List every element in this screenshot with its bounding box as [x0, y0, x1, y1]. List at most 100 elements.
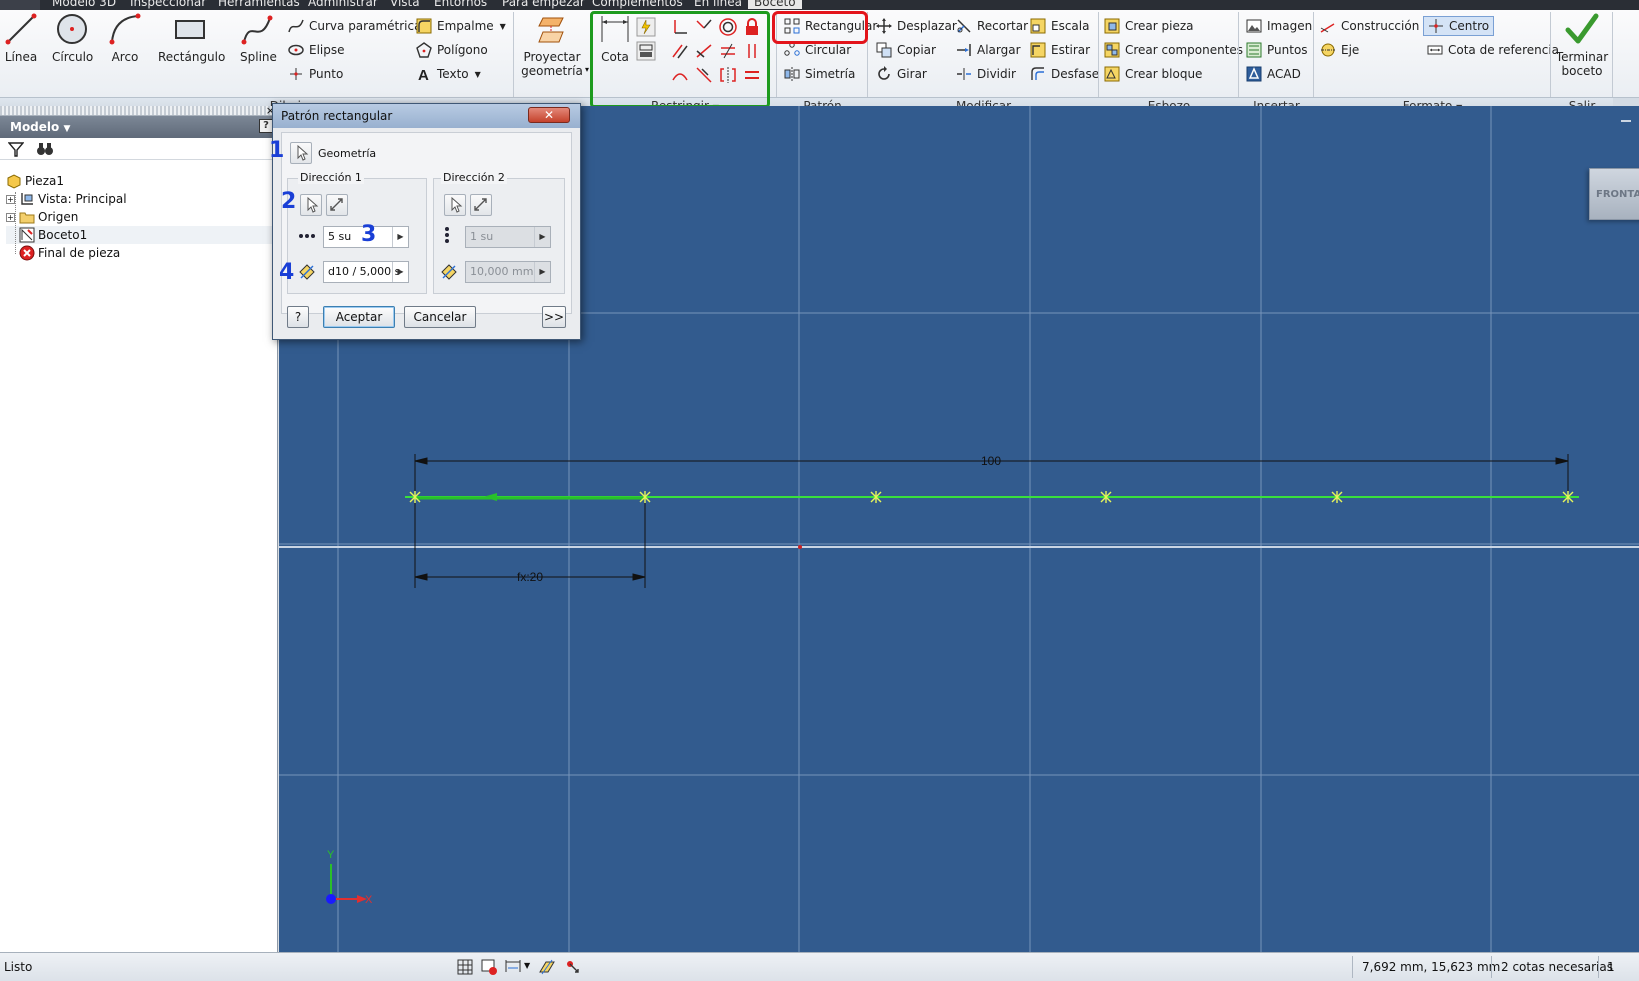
browser-header[interactable]: Modelo ▼ ? [0, 116, 277, 138]
tab-administrar[interactable]: Administrar [308, 0, 378, 9]
browser-grip[interactable] [0, 106, 277, 116]
terminar-boceto-button[interactable]: Terminar boceto [1554, 12, 1610, 78]
crear-pieza-button[interactable]: Crear pieza [1104, 16, 1194, 36]
grid-snap-icon[interactable] [456, 958, 474, 976]
aceptar-button[interactable]: Aceptar [323, 306, 395, 328]
texto-button[interactable]: A Texto ▼ [416, 64, 481, 84]
create-part-icon [1104, 18, 1120, 34]
tab-en-linea[interactable]: En línea [694, 0, 742, 9]
puntos-button[interactable]: Puntos [1246, 40, 1308, 60]
empalme-button[interactable]: Empalme ▼ [416, 16, 506, 36]
stretch-icon [1030, 42, 1046, 58]
tab-complementos[interactable]: Complementos [592, 0, 683, 9]
proyectar-geometria-button[interactable]: Proyectar geometría [518, 12, 586, 78]
dibujar-overflow-icon[interactable]: ▾ [585, 65, 589, 74]
parametric-curve-icon [288, 19, 304, 33]
end-of-part-icon [19, 245, 35, 261]
tab-entornos[interactable]: Entornos [434, 0, 487, 9]
construccion-button[interactable]: Construcción [1320, 16, 1419, 36]
copiar-button[interactable]: Copiar [876, 40, 936, 60]
step-number-4: 4 [279, 260, 295, 285]
direction2-flip-button[interactable] [470, 194, 492, 216]
browser-dropdown-icon[interactable]: ▼ [63, 124, 70, 134]
dimension-100-label[interactable]: 100 [981, 454, 1001, 468]
tab-herramientas[interactable]: Herramientas [218, 0, 300, 9]
show-dimensions-icon[interactable] [504, 958, 522, 976]
tree-item-vista[interactable]: + Vista: Principal [6, 190, 127, 208]
desplazar-label: Desplazar [897, 19, 957, 33]
binoculars-icon[interactable] [36, 141, 54, 157]
elipse-button[interactable]: Elipse [288, 40, 345, 60]
circulo-button[interactable]: Círculo [52, 12, 93, 64]
linea-button[interactable]: Línea [4, 12, 38, 64]
tab-modelo-3d[interactable]: Modelo 3D [52, 0, 116, 9]
simetria-button[interactable]: Simetría [784, 64, 855, 84]
expand-icon[interactable]: + [6, 194, 15, 204]
browser-title: Modelo [10, 120, 60, 134]
app-logo[interactable] [0, 0, 40, 10]
texto-dropdown-icon[interactable]: ▼ [475, 70, 481, 79]
poligono-button[interactable]: Polígono [416, 40, 488, 60]
cota-referencia-button[interactable]: Cota de referencia [1427, 40, 1559, 60]
texto-label: Texto [437, 67, 469, 81]
centro-toggle[interactable]: Centro [1423, 16, 1495, 36]
viewcube-face-label: FRONTAL [1596, 189, 1639, 200]
tree-item-final-de-pieza[interactable]: Final de pieza [6, 244, 272, 262]
dimension-fx20-label[interactable]: fx:20 [517, 570, 543, 584]
more-options-button[interactable]: >> [542, 306, 566, 328]
folder-icon [19, 212, 35, 224]
imagen-button[interactable]: Imagen [1246, 16, 1312, 36]
tab-boceto[interactable]: Boceto [748, 0, 802, 9]
geometry-select-button[interactable] [290, 142, 312, 164]
slice-graphics-icon[interactable] [538, 958, 556, 976]
desplazar-button[interactable]: Desplazar [876, 16, 957, 36]
imagen-label: Imagen [1267, 19, 1313, 33]
degrees-of-freedom-icon[interactable] [564, 958, 582, 976]
alargar-button[interactable]: Alargar [956, 40, 1021, 60]
estirar-button[interactable]: Estirar [1030, 40, 1090, 60]
dividir-button[interactable]: Dividir [956, 64, 1016, 84]
direction2-select-button[interactable] [444, 194, 466, 216]
direction1-count-arrow-icon[interactable]: ▶ [392, 227, 408, 247]
dialog-close-button[interactable]: ✕ [528, 107, 570, 123]
show-constraints-toggle-icon[interactable] [480, 958, 498, 976]
help-icon[interactable]: ? [259, 119, 273, 133]
dialog-help-button[interactable]: ? [287, 306, 309, 328]
filter-icon[interactable] [8, 141, 24, 157]
tab-vista[interactable]: Vista [390, 0, 420, 9]
eje-button[interactable]: Eje [1320, 40, 1359, 60]
direction1-spacing-field[interactable]: d10 / 5,000 s ▶ [323, 261, 409, 283]
desfase-button[interactable]: Desfase [1030, 64, 1099, 84]
tree-item-pieza1[interactable]: Pieza1 [6, 172, 64, 190]
tab-para-empezar[interactable]: Para empezar [502, 0, 585, 9]
arco-button[interactable]: Arco [108, 12, 142, 64]
tab-inspeccionar[interactable]: Inspeccionar [130, 0, 206, 9]
escala-button[interactable]: Escala [1030, 16, 1089, 36]
cursor-icon [297, 144, 309, 161]
recortar-button[interactable]: Recortar [956, 16, 1028, 36]
dialog-titlebar[interactable]: Patrón rectangular ✕ [273, 104, 580, 128]
flip-icon [330, 198, 343, 211]
acad-button[interactable]: ACAD [1246, 64, 1301, 84]
crear-bloque-button[interactable]: Crear bloque [1104, 64, 1202, 84]
viewcube[interactable]: FRONTAL [1589, 168, 1639, 220]
recortar-label: Recortar [977, 19, 1029, 33]
empalme-label: Empalme [437, 19, 494, 33]
empalme-dropdown-icon[interactable]: ▼ [500, 22, 506, 31]
cancelar-button[interactable]: Cancelar [404, 306, 476, 328]
crear-componentes-button[interactable]: Crear componentes [1104, 40, 1243, 60]
direction1-flip-button[interactable] [326, 194, 348, 216]
girar-button[interactable]: Girar [876, 64, 927, 84]
tree-item-boceto1[interactable]: Boceto1 [6, 226, 272, 244]
direction1-spacing-arrow-icon[interactable]: ▶ [392, 262, 408, 282]
punto-button[interactable]: Punto [288, 64, 343, 84]
rectangulo-button[interactable]: Rectángulo [158, 12, 225, 64]
curva-parametrica-button[interactable]: Curva paramétrica [288, 16, 421, 36]
direction1-select-button[interactable] [300, 194, 322, 216]
tree-item-origen[interactable]: + Origen [6, 208, 78, 226]
part-icon [7, 174, 21, 189]
patron-rectangular-dialog: Patrón rectangular ✕ 1 Geometría Direcci… [269, 103, 581, 340]
dimensions-dropdown-icon[interactable]: ▼ [524, 961, 530, 970]
spline-button[interactable]: Spline [240, 12, 277, 64]
expand-icon[interactable]: + [6, 212, 15, 222]
